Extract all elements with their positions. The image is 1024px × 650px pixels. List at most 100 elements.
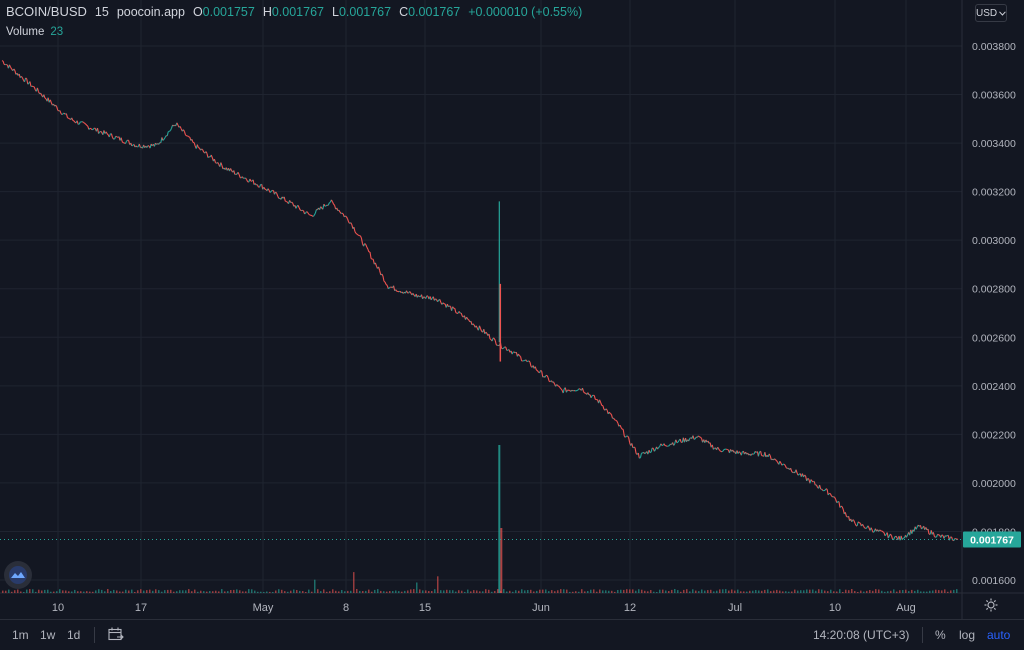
symbol-label[interactable]: BCOIN/BUSD <box>6 4 87 19</box>
price-candle <box>821 488 824 491</box>
price-candle <box>271 189 273 192</box>
y-tick-label: 0.002200 <box>972 429 1016 441</box>
volume-bar <box>806 589 808 593</box>
price-candle <box>176 122 179 126</box>
volume-bar <box>218 591 220 593</box>
price-candle <box>775 459 778 462</box>
volume-bar <box>35 591 37 593</box>
price-candle <box>719 450 722 452</box>
volume-bar <box>161 591 163 593</box>
price-candle <box>553 381 556 385</box>
volume-bar <box>167 589 169 593</box>
timeframe-1w-button[interactable]: 1w <box>40 628 55 642</box>
volume-bar <box>851 589 853 593</box>
price-candle <box>201 148 203 151</box>
volume-bar <box>782 591 784 593</box>
settings-gear-icon[interactable] <box>984 598 998 617</box>
price-candle <box>331 201 335 205</box>
volume-bar <box>842 592 844 593</box>
price-candle <box>815 484 818 488</box>
timeframe-1m-button[interactable]: 1m <box>12 628 29 642</box>
volume-bar <box>926 591 928 593</box>
volume-bar <box>710 589 712 593</box>
volume-bar <box>776 589 778 593</box>
volume-bar <box>845 589 847 593</box>
volume-bar <box>701 589 703 593</box>
volume-bar <box>872 590 874 593</box>
chart-area[interactable]: 0.003800 0.003600 0.003400 0.003200 0.003000… <box>0 0 1024 650</box>
price-candle <box>634 447 637 454</box>
price-candle <box>187 135 190 138</box>
volume-bar <box>626 589 628 593</box>
volume-bar <box>866 590 868 593</box>
price-candle <box>72 119 75 122</box>
interval-label[interactable]: 15 <box>95 5 109 19</box>
volume-bar <box>8 589 10 593</box>
price-candle <box>813 481 816 486</box>
volume-bar <box>498 445 501 593</box>
volume-bar <box>728 590 730 593</box>
volume-bar <box>50 591 52 593</box>
volume-bar <box>497 589 499 593</box>
volume-bar <box>296 590 298 593</box>
volume-bar <box>284 591 286 593</box>
price-candle <box>856 521 859 527</box>
price-chart[interactable]: 0.003800 0.003600 0.003400 0.003200 0.003000… <box>0 0 1024 650</box>
volume-bar <box>605 590 607 593</box>
volume-bar <box>362 591 364 593</box>
volume-bar <box>674 589 676 593</box>
price-candle <box>163 137 166 140</box>
log-scale-toggle[interactable]: log <box>959 628 975 642</box>
y-tick-label: 0.001600 <box>972 575 1016 587</box>
x-tick-label: 10 <box>829 602 841 614</box>
low-key: L <box>331 5 339 19</box>
volume-bar <box>341 590 343 593</box>
price-candle <box>245 177 248 180</box>
volume-bar <box>179 590 181 593</box>
price-candle <box>385 284 388 286</box>
y-tick-label: 0.003000 <box>972 235 1016 247</box>
price-candle <box>430 297 433 301</box>
volume-bar <box>611 590 613 593</box>
price-candle <box>220 162 223 166</box>
percent-scale-toggle[interactable]: % <box>935 628 946 642</box>
price-candle <box>660 443 663 446</box>
volume-bar <box>260 591 262 593</box>
calendar-range-icon[interactable] <box>108 627 124 645</box>
volume-bar <box>731 589 733 593</box>
volume-bar <box>509 590 511 593</box>
price-candle <box>829 493 832 496</box>
x-tick-label: Aug <box>896 602 916 614</box>
price-candle <box>179 126 182 130</box>
volume-bar <box>407 590 409 593</box>
volume-bar <box>452 590 454 593</box>
price-candle <box>865 527 868 529</box>
volume-bar <box>791 591 793 593</box>
volume-bar <box>26 589 28 593</box>
volume-bar <box>671 589 673 593</box>
volume-bar <box>431 591 433 593</box>
volume-bar <box>122 591 124 593</box>
price-candle <box>169 129 171 132</box>
price-candle <box>587 392 590 396</box>
price-candle <box>786 467 788 469</box>
auto-scale-toggle[interactable]: auto <box>987 628 1010 642</box>
volume-bar <box>116 590 118 593</box>
price-candle <box>68 117 70 120</box>
price-candle <box>417 295 420 297</box>
volume-bar <box>893 589 895 593</box>
timeframe-1d-button[interactable]: 1d <box>67 628 80 642</box>
currency-button[interactable]: USD <box>975 4 1007 22</box>
price-candle <box>92 127 95 130</box>
volume-bar <box>905 589 907 593</box>
volume-bar <box>386 591 388 593</box>
volume-bar <box>239 590 241 593</box>
x-tick-label: 15 <box>419 602 431 614</box>
volume-bar <box>704 590 706 593</box>
volume-bar <box>722 589 724 593</box>
volume-bar <box>149 589 151 593</box>
price-candle <box>131 144 134 147</box>
price-candle <box>121 141 124 144</box>
price-candle <box>277 195 280 199</box>
clock-timezone[interactable]: 14:20:08 (UTC+3) <box>813 628 909 642</box>
